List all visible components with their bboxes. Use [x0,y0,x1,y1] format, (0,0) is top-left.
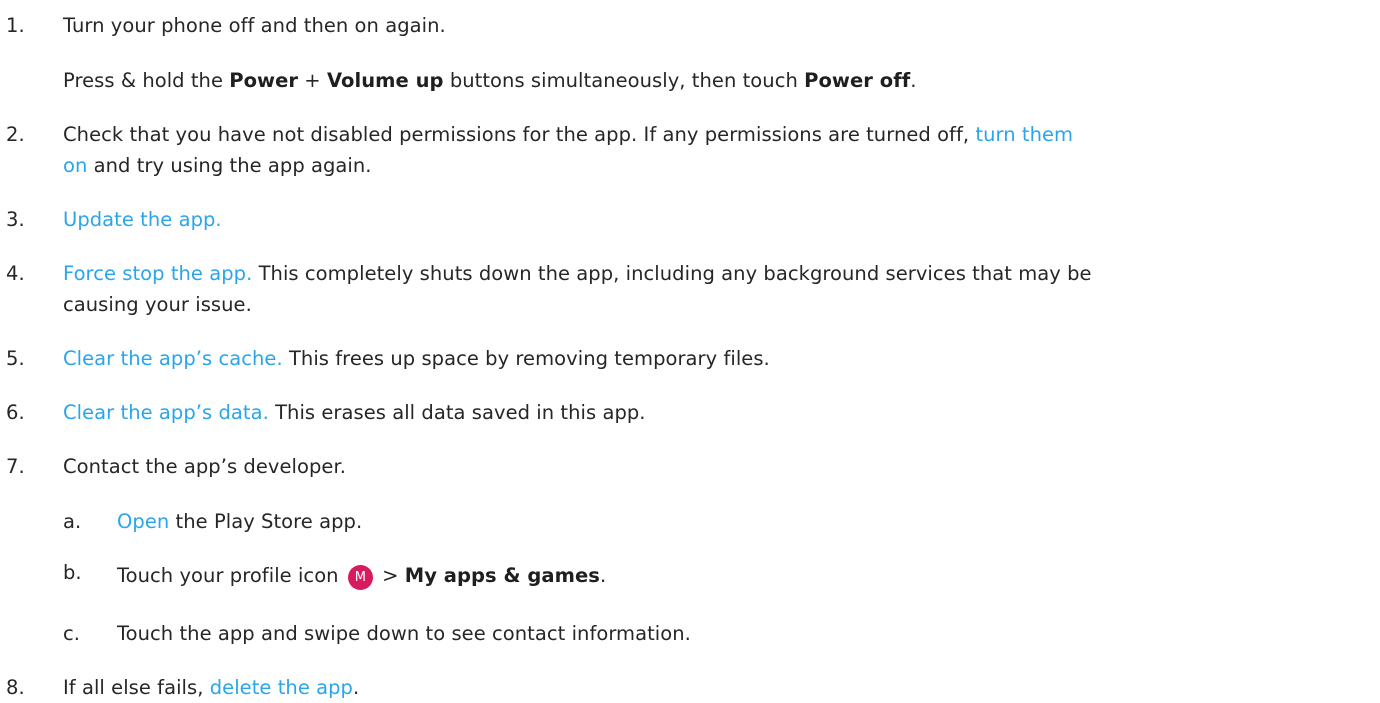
step-number: 2. [6,123,25,146]
my-apps-games-label: My apps & games [404,564,600,587]
power-button-label: Power [229,69,299,92]
update-app-link[interactable]: Update the app. [63,208,222,231]
step-text-part: Check that you have not disabled permiss… [63,123,976,146]
step-number: 5. [6,347,25,370]
delete-app-link[interactable]: delete the app [210,676,353,699]
link-text: on [63,154,88,177]
step-text-part: and try using the app again. [87,154,372,177]
step-number: 7. [6,455,25,478]
substep-letter: c. [63,622,81,645]
step-text-part: causing your issue. [63,293,252,316]
step-text: Update the app. [63,204,1372,235]
step-detail-text: Press & hold the Power + Volume up butto… [63,65,1372,96]
profile-avatar-icon: M [347,565,373,590]
step-text-part: This completely shuts down the app, incl… [252,262,1092,285]
step-text-part: If all else fails, [63,676,210,699]
step-number: 4. [6,262,25,285]
force-stop-link[interactable]: Force stop the app. [63,262,252,285]
step-number: 8. [6,676,25,699]
arrow-separator: > [375,564,405,587]
substep-text-part: . [599,564,607,587]
troubleshooting-steps: 1. Turn your phone off and then on again… [0,0,1380,699]
detail-text: Press & hold the [63,69,230,92]
step-number: 3. [6,208,25,231]
step-number: 6. [6,401,25,424]
substep-letter: b. [63,561,82,584]
detail-text: buttons simultaneously, then touch [443,69,805,92]
substep-text-part: Touch your profile icon [117,564,339,587]
substep-text: Touch your profile icon M > My apps & ga… [117,560,1372,591]
step-text: Force stop the app. This completely shut… [63,258,1372,320]
step-text: Turn your phone off and then on again. [63,14,446,37]
step-text: Clear the app’s cache. This frees up spa… [63,343,1372,374]
plus-sign: + [298,69,327,92]
substep-text: Open the Play Store app. [117,506,1372,537]
substep-text: Touch the app and swipe down to see cont… [117,622,691,645]
step-number: 1. [6,14,25,37]
step-text-part: . [352,676,360,699]
substep-letter: a. [63,510,82,533]
link-text: turn them [975,123,1074,146]
step-text: Check that you have not disabled permiss… [63,119,1372,181]
power-off-label: Power off [804,69,911,92]
clear-data-link[interactable]: Clear the app’s data. [63,401,269,424]
step-text-part: This frees up space by removing temporar… [282,347,770,370]
open-play-store-link[interactable]: Open [117,510,169,533]
step-text: Contact the app’s developer. [63,455,346,478]
step-text-part: This erases all data saved in this app. [268,401,646,424]
clear-cache-link[interactable]: Clear the app’s cache. [63,347,283,370]
step-text: If all else fails, delete the app. [63,672,1372,703]
detail-text: . [910,69,917,92]
substep-text-part: the Play Store app. [169,510,363,533]
step-text: Clear the app’s data. This erases all da… [63,397,1372,428]
volume-up-label: Volume up [326,69,444,92]
